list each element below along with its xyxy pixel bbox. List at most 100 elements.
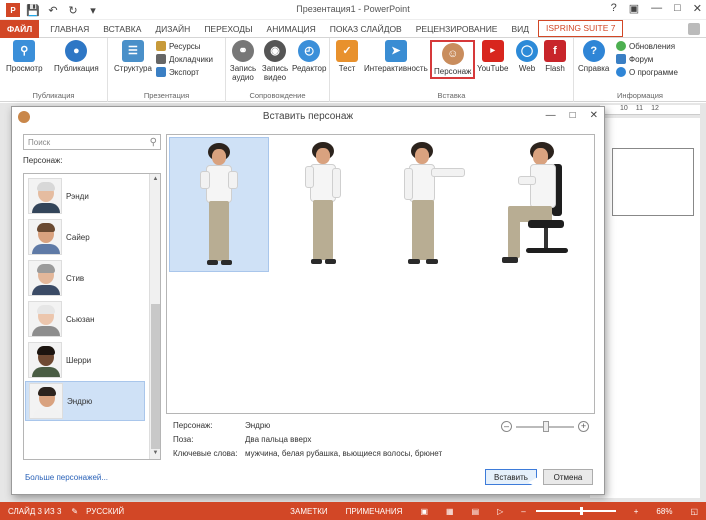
tab-design[interactable]: ДИЗАЙН: [148, 20, 197, 38]
list-item-susan[interactable]: Сьюзан: [25, 299, 145, 339]
slide-placeholder[interactable]: [612, 148, 694, 216]
updates-button[interactable]: Обновления: [616, 41, 678, 51]
dialog-minimize-icon[interactable]: —: [546, 110, 556, 121]
spellcheck-icon[interactable]: ✎: [71, 507, 78, 516]
dialog-title: Вставить персонаж: [262, 111, 354, 122]
tab-ispring[interactable]: ISPRING SUITE 7: [538, 20, 624, 37]
more-characters-link[interactable]: Больше персонажей...: [25, 473, 108, 482]
list-item-randy[interactable]: Рэнди: [25, 176, 145, 216]
info-keywords-value: мужчина, белая рубашка, вьющиеся волосы,…: [245, 449, 443, 458]
info-group: ? Справка Обновления Форум О программе И…: [578, 40, 678, 100]
character-face-icon: ☺: [441, 43, 464, 65]
dialog-close-icon[interactable]: ✕: [590, 110, 598, 121]
zoom-level[interactable]: 68%: [656, 507, 672, 516]
reading-view-icon[interactable]: ▤: [472, 507, 480, 516]
test-button[interactable]: ✓ Тест: [336, 40, 358, 73]
export-icon: [156, 67, 166, 77]
slideshow-icon[interactable]: ▷: [497, 507, 503, 516]
zoom-in-status-icon[interactable]: +: [634, 507, 639, 516]
question-icon: ?: [582, 40, 605, 62]
maximize-icon[interactable]: □: [674, 2, 681, 15]
flash-button[interactable]: f Flash: [544, 40, 566, 73]
fit-slide-icon[interactable]: ◱: [690, 507, 698, 516]
dialog-title-bar: Вставить персонаж — □ ✕: [12, 107, 604, 127]
youtube-icon: ▶: [481, 40, 504, 62]
record-audio-button[interactable]: ⚭ Запись аудио: [229, 40, 257, 82]
zoom-slider-handle[interactable]: [579, 507, 583, 515]
thumbnail-size-control: – +: [501, 420, 589, 432]
dialog-maximize-icon[interactable]: □: [570, 110, 576, 121]
horizontal-ruler: 10 11 12: [600, 105, 700, 115]
thumbnail-size-slider[interactable]: [516, 420, 574, 432]
rocket-icon: ➤: [384, 40, 407, 62]
notes-button[interactable]: ЗАМЕТКИ: [290, 507, 327, 516]
insert-character-dialog: Вставить персонаж — □ ✕ Поиск ⚲ Персонаж…: [11, 106, 605, 495]
zoom-out-icon[interactable]: –: [501, 421, 512, 432]
tab-review[interactable]: РЕЦЕНЗИРОВАНИЕ: [409, 20, 505, 38]
help-button[interactable]: ? Справка: [578, 40, 609, 73]
publish-button[interactable]: ● Публикация: [54, 40, 99, 73]
zoom-out-status-icon[interactable]: –: [521, 507, 525, 516]
tab-file[interactable]: ФАЙЛ: [0, 19, 40, 38]
export-button[interactable]: Экспорт: [156, 67, 213, 77]
checkbox-icon: ✓: [336, 40, 358, 62]
scroll-thumb[interactable]: [151, 304, 160, 449]
scroll-down-icon[interactable]: ▼: [151, 449, 160, 458]
forum-icon: [616, 54, 626, 64]
search-icon[interactable]: ⚲: [150, 137, 157, 148]
preview-button[interactable]: ⚲ Просмотр: [6, 40, 43, 73]
pose-thumbnail[interactable]: [379, 137, 479, 272]
minimize-icon[interactable]: —: [651, 2, 662, 15]
ribbon-display-icon[interactable]: ▣: [629, 2, 639, 15]
pose-thumbnail[interactable]: [169, 137, 269, 272]
structure-button[interactable]: ☰ Структура: [114, 40, 152, 73]
character-info: Персонаж: Эндрю Поза: Два пальца вверх К…: [166, 417, 595, 462]
list-item-andrew[interactable]: Эндрю: [25, 381, 145, 421]
speakers-button[interactable]: Докладчики: [156, 54, 213, 64]
zoom-slider[interactable]: [535, 507, 616, 515]
tab-animations[interactable]: АНИМАЦИЯ: [260, 20, 323, 38]
list-item-sherry[interactable]: Шерри: [25, 340, 145, 380]
account-icon[interactable]: [688, 22, 700, 35]
tab-home[interactable]: ГЛАВНАЯ: [43, 20, 96, 38]
tab-view[interactable]: ВИД: [504, 20, 536, 38]
editor-button[interactable]: ◴ Редактор: [292, 40, 326, 73]
youtube-button[interactable]: ▶ YouTube: [477, 40, 508, 73]
tab-insert[interactable]: ВСТАВКА: [96, 20, 148, 38]
zoom-in-icon[interactable]: +: [578, 421, 589, 432]
web-button[interactable]: ◯ Web: [516, 40, 538, 73]
normal-view-icon[interactable]: ▣: [420, 507, 428, 516]
narration-group: ⚭ Запись аудио ◉ Запись видео ◴ Редактор…: [226, 38, 330, 102]
avatar: [28, 342, 62, 378]
insert-group: ✓ Тест ➤ Интерактивность ☺ Персонаж ▶ Yo…: [330, 38, 574, 102]
list-item-sayer[interactable]: Сайер: [25, 217, 145, 257]
close-icon[interactable]: ✕: [693, 2, 702, 15]
about-button[interactable]: О программе: [616, 67, 678, 77]
cancel-button[interactable]: Отмена: [543, 469, 593, 485]
interactivity-button[interactable]: ➤ Интерактивность: [364, 40, 428, 73]
record-video-button[interactable]: ◉ Запись видео: [261, 40, 289, 82]
pose-thumbnail[interactable]: [484, 137, 584, 272]
slider-handle[interactable]: [543, 420, 549, 432]
slide-counter: СЛАЙД 3 ИЗ 3: [8, 506, 62, 516]
comments-button[interactable]: ПРИМЕЧАНИЯ: [346, 507, 403, 516]
scroll-up-icon[interactable]: ▲: [151, 175, 160, 184]
webcam-icon: ◉: [264, 40, 286, 62]
character-button[interactable]: ☺ Персонаж: [430, 40, 476, 79]
pose-thumbnail[interactable]: [274, 137, 374, 272]
forum-button[interactable]: Форум: [616, 54, 678, 64]
search-input[interactable]: Поиск ⚲: [23, 134, 161, 150]
tab-slideshow[interactable]: ПОКАЗ СЛАЙДОВ: [323, 20, 409, 38]
tab-transitions[interactable]: ПЕРЕХОДЫ: [197, 20, 259, 38]
web-globe-icon: ◯: [516, 40, 538, 62]
character-list: Рэнди Сайер Стив Сьюзан Шерри Эндрю ▲ ▼: [23, 173, 161, 460]
language-indicator[interactable]: РУССКИЙ: [86, 507, 124, 516]
resources-button[interactable]: Ресурсы: [156, 41, 213, 51]
slide-sorter-icon[interactable]: ▦: [446, 507, 454, 516]
avatar: [28, 260, 62, 296]
status-bar: СЛАЙД 3 ИЗ 3 ✎ РУССКИЙ ЗАМЕТКИ ПРИМЕЧАНИ…: [0, 502, 706, 520]
list-item-steve[interactable]: Стив: [25, 258, 145, 298]
character-list-scrollbar[interactable]: ▲ ▼: [149, 174, 160, 459]
avatar: [28, 178, 62, 214]
help-icon[interactable]: ?: [611, 2, 617, 15]
